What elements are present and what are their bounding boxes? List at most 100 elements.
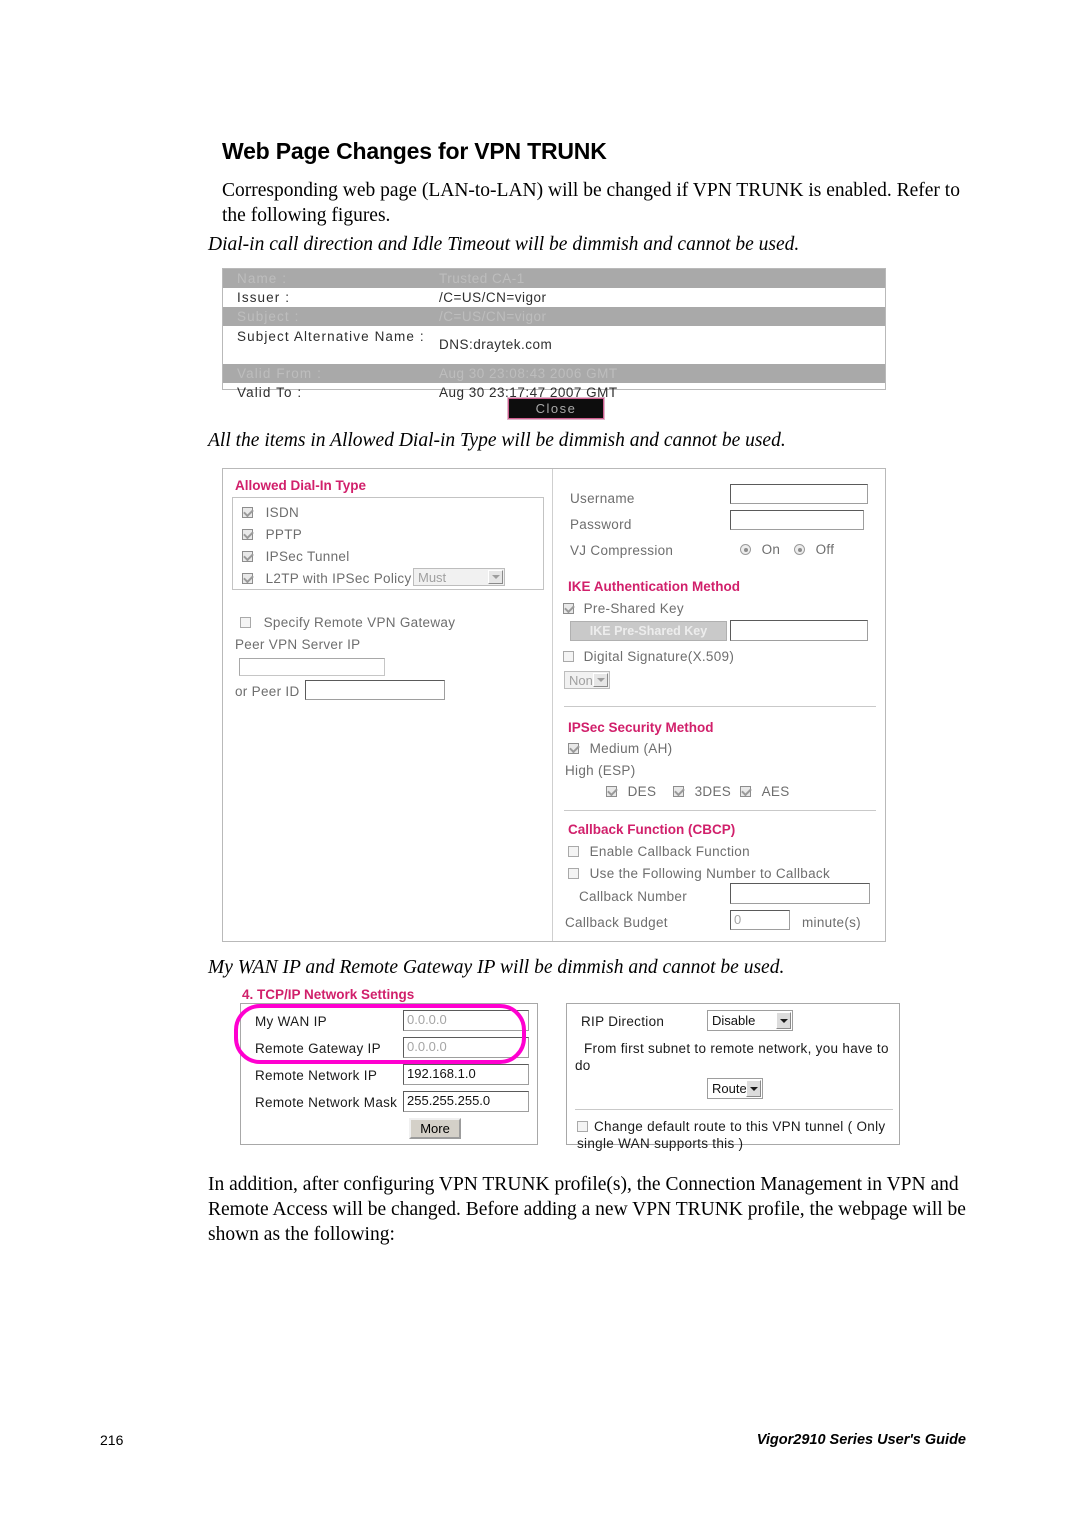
tcpip-network-settings-figure: 4. TCP/IP Network Settings My WAN IP 0.0…	[234, 987, 900, 1151]
checkbox-use-following-number-icon[interactable]	[568, 868, 579, 879]
pre-shared-key-row[interactable]: Pre-Shared Key	[563, 601, 684, 616]
chevron-down-icon[interactable]	[746, 1080, 761, 1097]
minutes-label: minute(s)	[802, 915, 861, 930]
certificate-detail-figure: Name : Trusted CA-1 Issuer : /C=US/CN=vi…	[222, 268, 886, 400]
peer-vpn-server-ip-label: Peer VPN Server IP	[235, 637, 361, 652]
vj-compression-off-radio[interactable]: Off	[794, 542, 834, 557]
esp-option-label: 3DES	[694, 784, 732, 799]
use-following-number-row[interactable]: Use the Following Number to Callback	[568, 866, 830, 881]
dialin-type-label: IPSec Tunnel	[265, 549, 350, 564]
cert-key: Valid From :	[237, 366, 322, 381]
cert-key: Valid To :	[237, 385, 303, 400]
remote-network-ip-value: 192.168.1.0	[407, 1066, 476, 1081]
ike-pre-shared-key-button[interactable]: IKE Pre-Shared Key	[570, 621, 727, 641]
section-title-tcpip: 4. TCP/IP Network Settings	[242, 987, 415, 1002]
esp-3des-row[interactable]: 3DES	[673, 784, 731, 799]
route-select[interactable]: Route	[707, 1078, 763, 1099]
checkbox-enable-callback-icon[interactable]	[568, 846, 579, 857]
high-esp-label: High (ESP)	[565, 763, 636, 778]
specify-remote-vpn-gateway-row[interactable]: Specify Remote VPN Gateway	[240, 615, 455, 630]
enable-callback-row[interactable]: Enable Callback Function	[568, 844, 750, 859]
dialin-types-box: ISDN PPTP IPSec Tunnel L2TP with IPSec P…	[232, 497, 544, 590]
remote-network-mask-label: Remote Network Mask	[255, 1095, 398, 1110]
chevron-down-icon[interactable]	[488, 570, 503, 584]
radio-off-icon[interactable]	[794, 544, 805, 555]
divider	[575, 1109, 893, 1110]
cert-key: Issuer :	[237, 290, 291, 305]
more-button[interactable]: More	[409, 1118, 461, 1139]
rip-direction-select[interactable]: Disable	[707, 1010, 793, 1031]
table-row: Valid From : Aug 30 23:08:43 2006 GMT	[223, 364, 885, 383]
callback-number-input[interactable]	[730, 883, 870, 904]
document-page: Web Page Changes for VPN TRUNK Correspon…	[0, 0, 1080, 1528]
allowed-dialin-type-figure: Allowed Dial-In Type ISDN PPTP IPSec Tun…	[222, 468, 886, 942]
change-default-route-label: Change default route to this VPN tunnel …	[577, 1119, 886, 1151]
checkbox-pptp-icon[interactable]	[242, 529, 253, 540]
cert-key: Subject :	[237, 309, 300, 324]
checkbox-des-icon[interactable]	[606, 786, 617, 797]
checkbox-ipsec-tunnel-icon[interactable]	[242, 551, 253, 562]
medium-ah-row[interactable]: Medium (AH)	[568, 741, 672, 756]
pre-shared-key-label: Pre-Shared Key	[583, 601, 684, 616]
checkbox-specify-remote-gateway-icon[interactable]	[240, 617, 251, 628]
page-title: Web Page Changes for VPN TRUNK	[222, 138, 607, 164]
checkbox-medium-ah-icon[interactable]	[568, 743, 579, 754]
dialin-type-pptp[interactable]: PPTP	[242, 527, 302, 542]
section-title-ipsec-security: IPSec Security Method	[568, 720, 714, 735]
vj-compression-on-radio[interactable]: On	[740, 542, 780, 557]
checkbox-pre-shared-key-icon[interactable]	[563, 603, 574, 614]
ike-pre-shared-key-input[interactable]	[730, 620, 868, 641]
change-default-route-row[interactable]: Change default route to this VPN tunnel …	[577, 1118, 895, 1152]
or-peer-id-label: or Peer ID	[235, 684, 300, 699]
checkbox-l2tp-icon[interactable]	[242, 573, 253, 584]
remote-network-ip-input[interactable]: 192.168.1.0	[403, 1064, 529, 1085]
remote-network-ip-label: Remote Network IP	[255, 1068, 378, 1083]
l2tp-policy-select[interactable]: Must	[413, 568, 505, 586]
tcpip-right-panel: RIP Direction Disable From first subnet …	[566, 1003, 900, 1151]
highlight-my-wan-and-gateway	[234, 1004, 526, 1064]
esp-des-row[interactable]: DES	[606, 784, 656, 799]
checkbox-aes-icon[interactable]	[740, 786, 751, 797]
username-input[interactable]	[730, 484, 868, 504]
divider	[564, 706, 876, 707]
checkbox-isdn-icon[interactable]	[242, 507, 253, 518]
password-input[interactable]	[730, 510, 864, 530]
peer-vpn-server-ip-input[interactable]	[239, 658, 385, 676]
table-row: Subject : /C=US/CN=vigor	[223, 307, 885, 326]
cert-key: Name :	[237, 271, 288, 286]
medium-ah-label: Medium (AH)	[589, 741, 673, 756]
dialin-type-ipsec-tunnel[interactable]: IPSec Tunnel	[242, 549, 350, 564]
esp-option-label: AES	[761, 784, 790, 799]
esp-aes-row[interactable]: AES	[740, 784, 790, 799]
checkbox-3des-icon[interactable]	[673, 786, 684, 797]
closing-paragraph: In addition, after configuring VPN TRUNK…	[208, 1174, 966, 1245]
table-row: Name : Trusted CA-1	[223, 269, 885, 288]
l2tp-policy-value: Must	[418, 569, 447, 585]
remote-network-mask-input[interactable]: 255.255.255.0	[403, 1091, 529, 1112]
dialin-type-label: ISDN	[265, 505, 300, 520]
checkbox-change-default-route-icon[interactable]	[577, 1121, 588, 1132]
cert-value: /C=US/CN=vigor	[439, 290, 547, 305]
callback-budget-input[interactable]: 0	[730, 910, 790, 930]
digital-signature-select[interactable]: None	[564, 671, 610, 689]
or-peer-id-input[interactable]	[305, 680, 445, 700]
chevron-down-icon[interactable]	[776, 1012, 791, 1029]
dialin-type-label: L2TP with IPSec Policy	[265, 571, 412, 586]
callback-number-label: Callback Number	[579, 889, 688, 904]
dialin-type-l2tp[interactable]: L2TP with IPSec Policy	[242, 571, 412, 586]
table-row: Issuer : /C=US/CN=vigor	[223, 288, 885, 307]
cert-key: Subject Alternative Name :	[237, 329, 425, 344]
digital-signature-row[interactable]: Digital Signature(X.509)	[563, 649, 734, 664]
dialin-right-column: Username Password VJ Compression On Off …	[554, 469, 885, 941]
checkbox-digital-signature-icon[interactable]	[563, 651, 574, 662]
callback-budget-value: 0	[734, 912, 742, 927]
dialin-type-isdn[interactable]: ISDN	[242, 505, 299, 520]
cert-value: /C=US/CN=vigor	[439, 309, 547, 324]
specify-remote-vpn-gateway-label: Specify Remote VPN Gateway	[263, 615, 456, 630]
section-title-allowed-dialin: Allowed Dial-In Type	[235, 478, 367, 493]
close-button[interactable]: Close	[508, 398, 604, 419]
chevron-down-icon[interactable]	[593, 673, 608, 687]
caption-allowed-dialin-type: All the items in Allowed Dial-in Type wi…	[208, 430, 786, 451]
caption-dialin-idle-timeout: Dial-in call direction and Idle Timeout …	[208, 234, 800, 255]
radio-on-icon[interactable]	[740, 544, 751, 555]
